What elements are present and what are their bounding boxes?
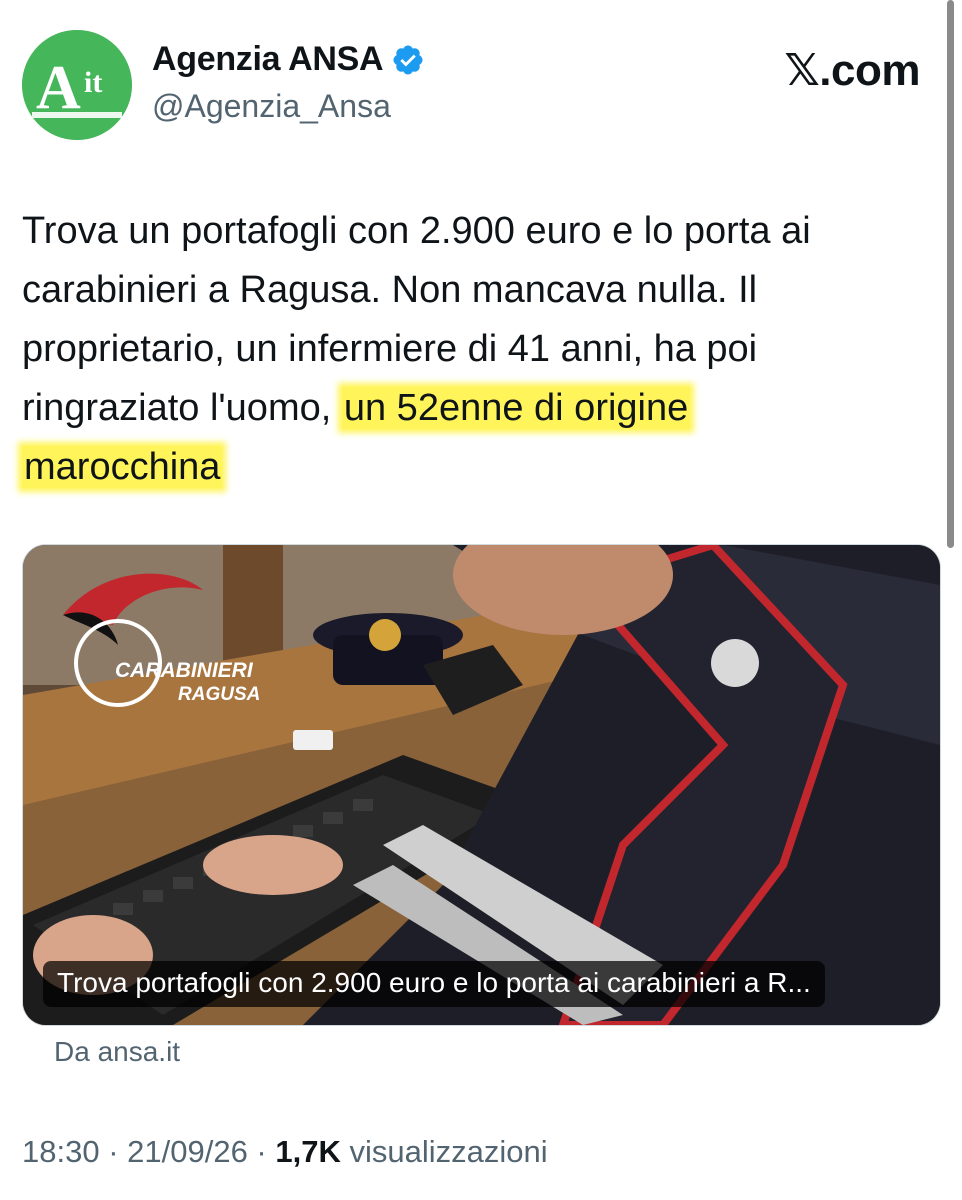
tweet-line-5: marocchina [22, 438, 932, 497]
verified-badge-icon[interactable] [391, 43, 425, 77]
ansa-logo-icon: A it [22, 30, 132, 140]
card-caption: Trova portafogli con 2.900 euro e lo por… [43, 961, 825, 1007]
tweet-meta: 18:30 · 21/09/26 · 1,7K visualizzazioni [22, 1134, 548, 1170]
highlighted-text: marocchina [22, 446, 223, 488]
views-count[interactable]: 1,7K [275, 1134, 340, 1169]
meta-separator: · [247, 1134, 276, 1169]
author-name-row: Agenzia ANSA [152, 40, 425, 79]
highlighted-text: un 52enne di origine [341, 387, 691, 429]
tweet-time[interactable]: 18:30 [22, 1134, 100, 1169]
card-logo-line1: CARABINIERI [115, 659, 254, 682]
author-handle[interactable]: @Agenzia_Ansa [152, 88, 391, 125]
tweet-text: Trova un portafogli con 2.900 euro e lo … [22, 202, 932, 497]
card-logo-line2: RAGUSA [178, 684, 260, 705]
link-preview-card[interactable]: CARABINIERI RAGUSA Trova portafogli con … [22, 544, 941, 1026]
tweet-date[interactable]: 21/09/26 [127, 1134, 248, 1169]
card-source-link[interactable]: Da ansa.it [54, 1036, 180, 1068]
views-label: visualizzazioni [340, 1134, 548, 1169]
author-display-name[interactable]: Agenzia ANSA [152, 40, 384, 79]
author-avatar[interactable]: A it [22, 30, 132, 140]
avatar-letter: A [36, 54, 81, 122]
meta-separator: · [99, 1134, 128, 1169]
tweet-line-4: ringraziato l'uomo, un 52enne di origine [22, 379, 932, 438]
tweet-line: carabinieri a Ragusa. Non mancava nulla.… [22, 269, 758, 311]
tweet-line: proprietario, un infermiere di 41 anni, … [22, 328, 758, 370]
avatar-sub-letters: it [84, 66, 102, 99]
x-brand-logo: 𝕏.com [784, 46, 920, 95]
carabinieri-photo: CARABINIERI RAGUSA [23, 545, 940, 1025]
scrollbar-thumb[interactable] [947, 0, 954, 548]
tweet-line: Trova un portafogli con 2.900 euro e lo … [22, 210, 811, 252]
tweet-line-text: ringraziato l'uomo, [22, 387, 342, 429]
